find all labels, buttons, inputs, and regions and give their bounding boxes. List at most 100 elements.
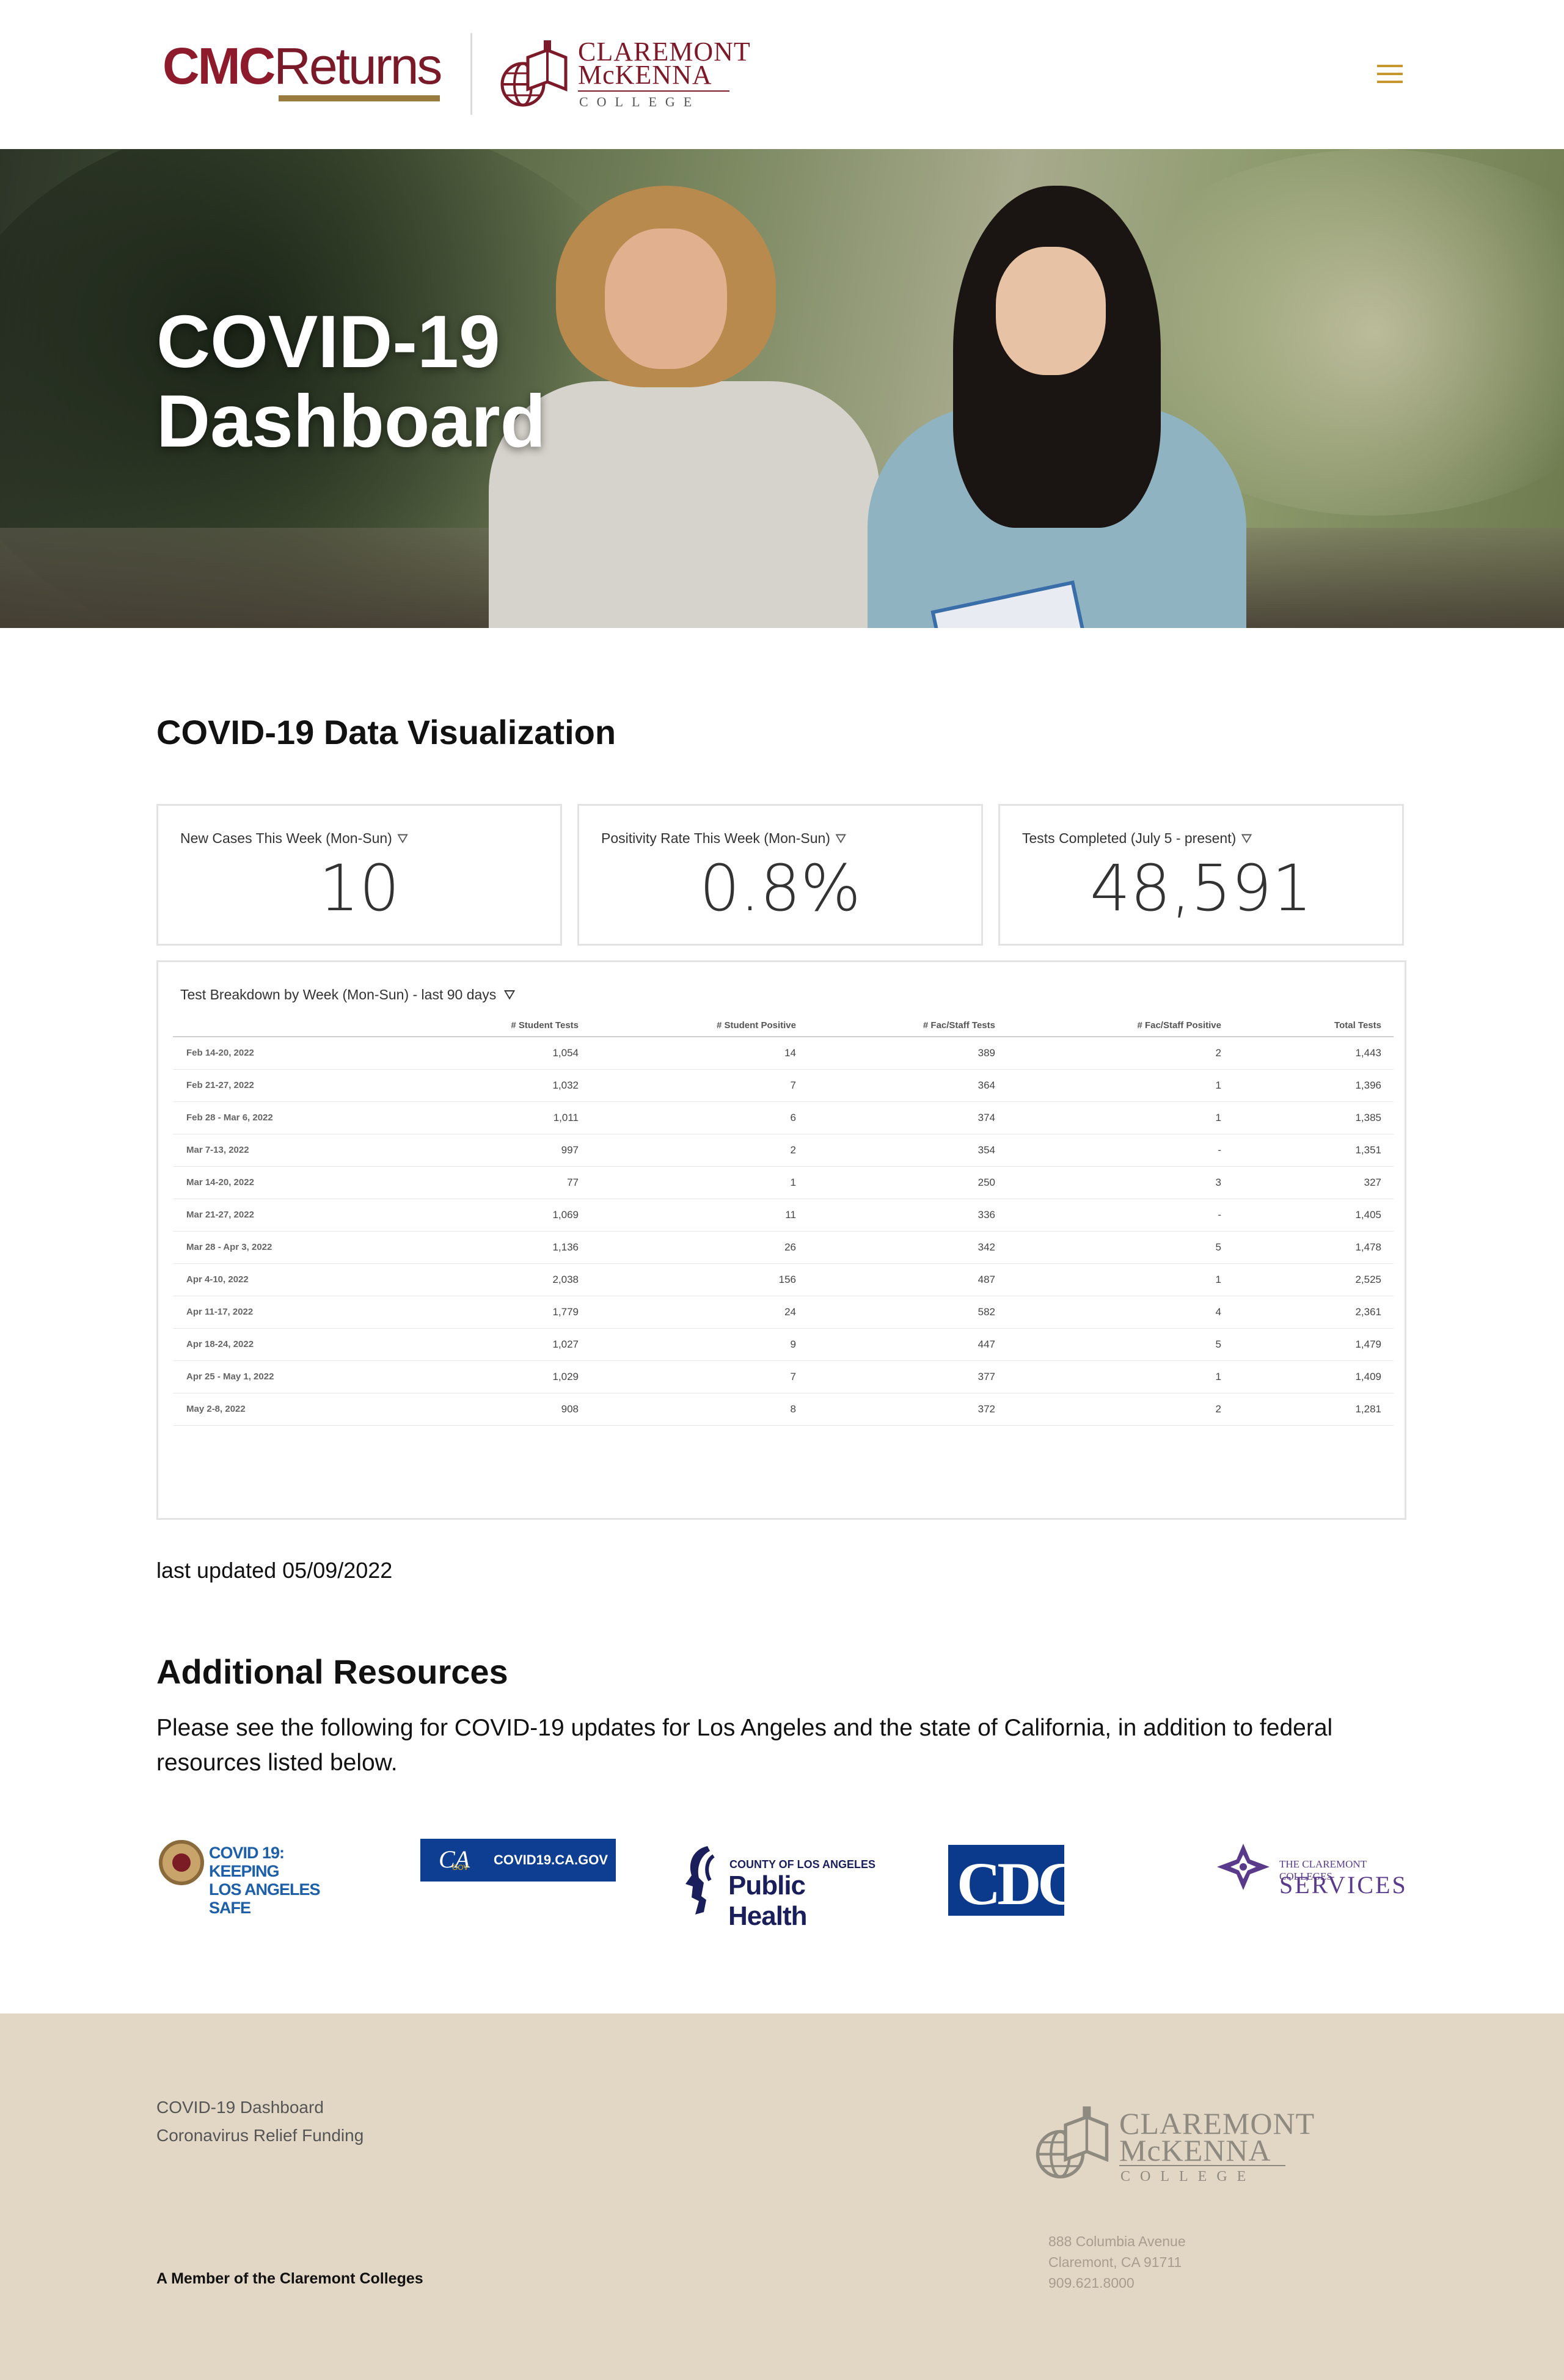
value-cell: 1,409 — [1233, 1360, 1394, 1393]
value-cell: 1,011 — [393, 1101, 591, 1134]
table-row: Apr 4-10, 2022 2,038 156 487 1 2,525 — [173, 1263, 1394, 1296]
kpi-tests-completed: Tests Completed (July 5 - present) ⛛ 48,5… — [998, 804, 1404, 946]
value-cell: 908 — [393, 1393, 591, 1426]
member-statement: A Member of the Claremont Colleges — [156, 2270, 423, 2287]
logo-divider — [470, 33, 472, 115]
week-cell: Apr 25 - May 1, 2022 — [173, 1360, 393, 1393]
column-header[interactable]: # Student Tests — [393, 1015, 591, 1037]
value-cell: 8 — [591, 1393, 808, 1426]
column-header[interactable] — [173, 1015, 393, 1037]
filter-icon[interactable]: ⛛ — [1241, 831, 1252, 846]
value-cell: 1,385 — [1233, 1101, 1394, 1134]
value-cell: 2,361 — [1233, 1296, 1394, 1329]
column-header[interactable]: # Fac/Staff Positive — [1007, 1015, 1233, 1037]
value-cell: 1 — [1007, 1263, 1233, 1296]
value-cell: 156 — [591, 1263, 808, 1296]
value-cell: 1,443 — [1233, 1037, 1394, 1070]
table-row: Feb 28 - Mar 6, 2022 1,011 6 374 1 1,385 — [173, 1101, 1394, 1134]
value-cell: 372 — [808, 1393, 1007, 1426]
table-title: Test Breakdown by Week (Mon-Sun) - last … — [180, 987, 497, 1002]
value-cell: 2,525 — [1233, 1263, 1394, 1296]
table-row: Feb 21-27, 2022 1,032 7 364 1 1,396 — [173, 1069, 1394, 1102]
kpi-value: 48,591 — [1090, 851, 1312, 925]
covid19-ca-gov-link[interactable]: CA GOV COVID19.CA.GOV — [420, 1839, 616, 1882]
value-cell: 1,478 — [1233, 1231, 1394, 1264]
week-cell: Mar 14-20, 2022 — [173, 1166, 393, 1199]
column-header[interactable]: # Fac/Staff Tests — [808, 1015, 1007, 1037]
value-cell: 1,029 — [393, 1360, 591, 1393]
college-subtitle: COLLEGE — [579, 94, 701, 109]
cmc-returns-logo[interactable]: CMCReturns — [163, 37, 442, 108]
value-cell: 2,038 — [393, 1263, 591, 1296]
test-breakdown-card: Test Breakdown by Week (Mon-Sun) - last … — [156, 960, 1406, 1520]
value-cell: 1,396 — [1233, 1069, 1394, 1102]
test-breakdown-table: # Student Tests # Student Positive # Fac… — [173, 1015, 1394, 1426]
value-cell: 354 — [808, 1134, 1007, 1167]
value-cell: 336 — [808, 1199, 1007, 1232]
claremont-mckenna-logo[interactable]: CLAREMONT McKENNA COLLEGE — [500, 37, 750, 112]
value-cell: 1,054 — [393, 1037, 591, 1070]
kpi-positivity-rate: Positivity Rate This Week (Mon-Sun) ⛛ 0.8… — [577, 804, 983, 946]
value-cell: 447 — [808, 1328, 1007, 1361]
week-cell: Mar 21-27, 2022 — [173, 1199, 393, 1232]
value-cell: 24 — [591, 1296, 808, 1329]
footer-link-relief-funding[interactable]: Coronavirus Relief Funding — [156, 2126, 364, 2145]
college-name: CLAREMONT McKENNA — [578, 37, 751, 90]
week-cell: Feb 21-27, 2022 — [173, 1069, 393, 1102]
kpi-value: 10 — [318, 851, 400, 925]
la-city-seal-icon — [159, 1840, 204, 1885]
filter-icon[interactable]: ⛛ — [503, 987, 515, 1002]
table-row: Mar 21-27, 2022 1,069 11 336-1,405 — [173, 1199, 1394, 1232]
hamburger-icon[interactable] — [1377, 65, 1403, 83]
value-cell: 7 — [591, 1360, 808, 1393]
value-cell: 1,027 — [393, 1328, 591, 1361]
la-keeping-safe-link[interactable]: COVID 19: KEEPING LOS ANGELES SAFE — [159, 1839, 354, 1917]
value-cell: - — [1007, 1199, 1233, 1232]
value-cell: 1 — [591, 1166, 808, 1199]
week-cell: Feb 14-20, 2022 — [173, 1037, 393, 1070]
footer-link-covid-dashboard[interactable]: COVID-19 Dashboard — [156, 2098, 324, 2117]
filter-icon[interactable]: ⛛ — [397, 831, 408, 846]
week-cell: Apr 18-24, 2022 — [173, 1328, 393, 1361]
filter-icon[interactable]: ⛛ — [835, 831, 846, 846]
claremont-colleges-services-link[interactable]: THE CLAREMONT COLLEGES SERVICES — [1216, 1839, 1411, 1899]
value-cell: 487 — [808, 1263, 1007, 1296]
cdc-link[interactable]: CDC — [948, 1845, 1082, 1918]
value-cell: 7 — [591, 1069, 808, 1102]
student-photo-male — [489, 186, 880, 628]
resources-heading: Additional Resources — [156, 1652, 508, 1691]
value-cell: 5 — [1007, 1231, 1233, 1264]
table-row: Apr 11-17, 2022 1,779 24 582 4 2,361 — [173, 1296, 1394, 1329]
table-row: Mar 14-20, 2022 77 1 250 3 327 — [173, 1166, 1394, 1199]
la-public-health-link[interactable]: COUNTY OF LOS ANGELES Public Health — [683, 1844, 885, 1931]
value-cell: 2 — [591, 1134, 808, 1167]
value-cell: 1,136 — [393, 1231, 591, 1264]
value-cell: 14 — [591, 1037, 808, 1070]
hero-banner: COVID-19 Dashboard — [0, 149, 1564, 628]
value-cell: 250 — [808, 1166, 1007, 1199]
footer-phone[interactable]: 909.621.8000 — [1048, 2272, 1186, 2293]
value-cell: 77 — [393, 1166, 591, 1199]
value-cell: 364 — [808, 1069, 1007, 1102]
kpi-new-cases: New Cases This Week (Mon-Sun) ⛛ 10 — [156, 804, 562, 946]
value-cell: 1,069 — [393, 1199, 591, 1232]
footer-college-logo[interactable]: CLAREMONT McKENNA COLLEGE — [1032, 2105, 1314, 2185]
site-header: CMCReturns CLAREMONT McKENNA COLLEGE — [0, 0, 1564, 149]
column-header[interactable]: Total Tests — [1233, 1015, 1394, 1037]
week-cell: Apr 4-10, 2022 — [173, 1263, 393, 1296]
column-header[interactable]: # Student Positive — [591, 1015, 808, 1037]
value-cell: 1,351 — [1233, 1134, 1394, 1167]
value-cell: 342 — [808, 1231, 1007, 1264]
week-cell: Feb 28 - Mar 6, 2022 — [173, 1101, 393, 1134]
table-row: Feb 14-20, 2022 1,054 14 389 2 1,443 — [173, 1037, 1394, 1070]
student-photo-female — [868, 173, 1246, 628]
week-cell: May 2-8, 2022 — [173, 1393, 393, 1426]
page-title: COVID-19 Dashboard — [156, 300, 546, 462]
cmc-returns-wordmark: CMCReturns — [163, 37, 442, 95]
table-row: May 2-8, 2022 908 8 372 2 1,281 — [173, 1393, 1394, 1426]
data-visualization-heading: COVID-19 Data Visualization — [156, 713, 616, 751]
tcc-services-icon — [1217, 1844, 1270, 1890]
value-cell: 9 — [591, 1328, 808, 1361]
value-cell: 327 — [1233, 1166, 1394, 1199]
table-header-row: # Student Tests # Student Positive # Fac… — [173, 1015, 1394, 1037]
